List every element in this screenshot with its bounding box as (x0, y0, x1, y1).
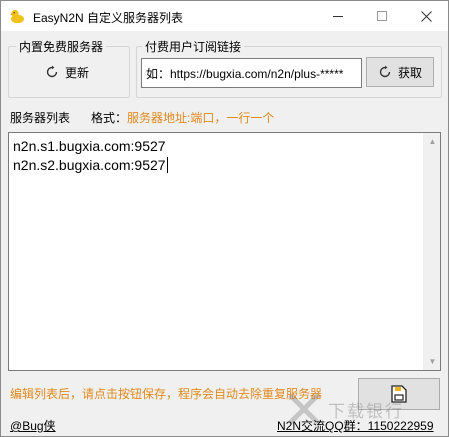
close-icon (420, 10, 432, 22)
subscription-label: 付费用户订阅链接 (142, 38, 245, 55)
refresh-builtin-button[interactable]: 更新 (25, 57, 109, 87)
window-title: EasyN2N 自定义服务器列表 (33, 11, 184, 25)
builtin-servers-label: 内置免费服务器 (16, 38, 107, 55)
fetch-button[interactable]: 获取 (366, 57, 434, 87)
window: EasyN2N 自定义服务器列表 内置免费服务器 更新 付费用户订阅链接 如：h… (0, 0, 449, 437)
refresh-icon (46, 65, 58, 78)
scroll-down-icon[interactable]: ▼ (424, 353, 441, 370)
save-hint: 编辑列表后，请点击按钮保存，程序会自动去除重复服务器 (10, 387, 323, 401)
title-bar[interactable]: EasyN2N 自定义服务器列表 (1, 1, 448, 31)
subscription-url-input[interactable]: 如：https://bugxia.com/n2n/plus-***** (141, 58, 362, 88)
format-hint: 服务器地址:端口，一行一个 (127, 111, 275, 125)
author-prefix: @ (10, 419, 23, 433)
fetch-label: 获取 (397, 65, 422, 80)
format-prefix: 格式： (91, 111, 128, 125)
close-button[interactable] (404, 1, 448, 31)
duck-icon (10, 9, 24, 24)
server-line: n2n.s1.bugxia.com:9527 (13, 138, 166, 154)
qq-group-link[interactable]: N2N交流QQ群：1150222959 (277, 417, 434, 434)
refresh-icon (379, 65, 391, 78)
editor-lines: n2n.s1.bugxia.com:9527 n2n.s2.bugxia.com… (13, 137, 168, 175)
format-label: 格式：服务器地址:端口，一行一个 (91, 109, 274, 126)
server-list-label: 服务器列表 (10, 111, 71, 125)
text-caret (166, 157, 168, 173)
vertical-scrollbar[interactable]: ▲ ▼ (423, 133, 440, 370)
author-link[interactable]: @Bug侠 (10, 417, 56, 434)
author-name: Bug侠 (22, 419, 56, 433)
minimize-button[interactable] (316, 1, 360, 31)
scroll-up-icon[interactable]: ▲ (424, 133, 441, 150)
server-line: n2n.s2.bugxia.com:9527 (13, 157, 168, 173)
maximize-icon (377, 11, 387, 21)
refresh-builtin-label: 更新 (64, 65, 89, 80)
server-list-editor[interactable]: n2n.s1.bugxia.com:9527 n2n.s2.bugxia.com… (8, 132, 441, 371)
minimize-icon (333, 15, 343, 17)
maximize-button[interactable] (360, 1, 404, 31)
